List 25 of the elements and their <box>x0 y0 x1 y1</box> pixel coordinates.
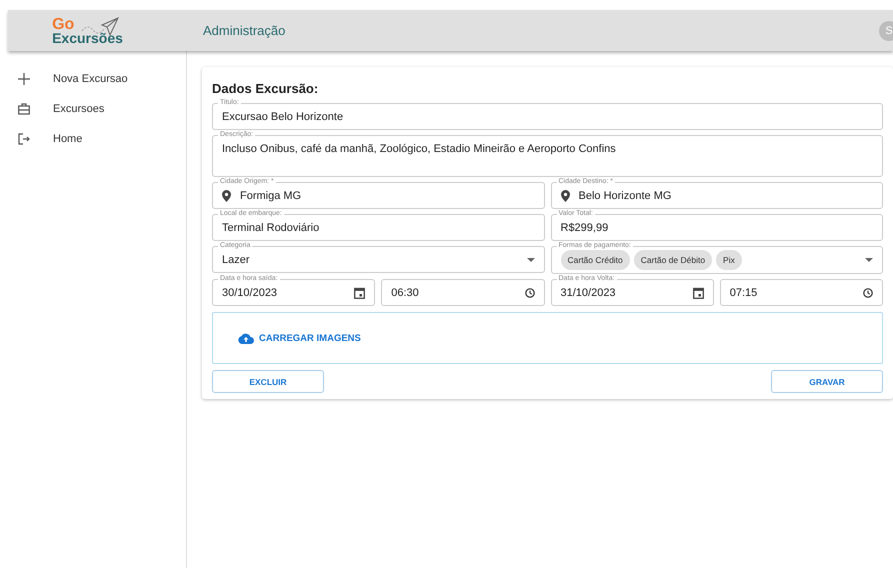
header-title: Administração <box>203 23 286 38</box>
chip[interactable]: Cartão de Débito <box>634 250 712 270</box>
clock-icon <box>863 288 873 298</box>
sidebar-item[interactable]: Nova Excursao <box>8 64 186 94</box>
sidebar-item[interactable]: Home <box>8 124 186 154</box>
sidebar-item[interactable]: Excursoes <box>8 94 186 124</box>
form-title: Dados Excursão: <box>212 81 320 96</box>
calendar-icon <box>692 286 704 298</box>
upload-button[interactable]: CARREGAR IMAGENS <box>238 332 361 344</box>
logo-text: Go <box>52 16 76 32</box>
logout-icon <box>18 133 30 145</box>
logo-text: Excursões <box>52 30 123 44</box>
location-pin-icon <box>560 190 570 202</box>
calendar-icon <box>354 286 366 298</box>
clock-icon <box>524 288 534 298</box>
save-button[interactable]: GRAVAR <box>771 370 883 393</box>
location-pin-icon <box>222 190 231 202</box>
chip[interactable]: Cartão Crédito <box>560 250 630 270</box>
dropdown-caret-icon <box>526 258 534 262</box>
dropdown-caret-icon <box>865 258 873 262</box>
chip[interactable]: Pix <box>716 250 742 270</box>
briefcase-icon <box>18 103 30 115</box>
cloud-upload-icon <box>238 332 254 344</box>
plus-icon <box>18 73 30 85</box>
delete-button[interactable]: EXCLUIR <box>212 370 324 393</box>
